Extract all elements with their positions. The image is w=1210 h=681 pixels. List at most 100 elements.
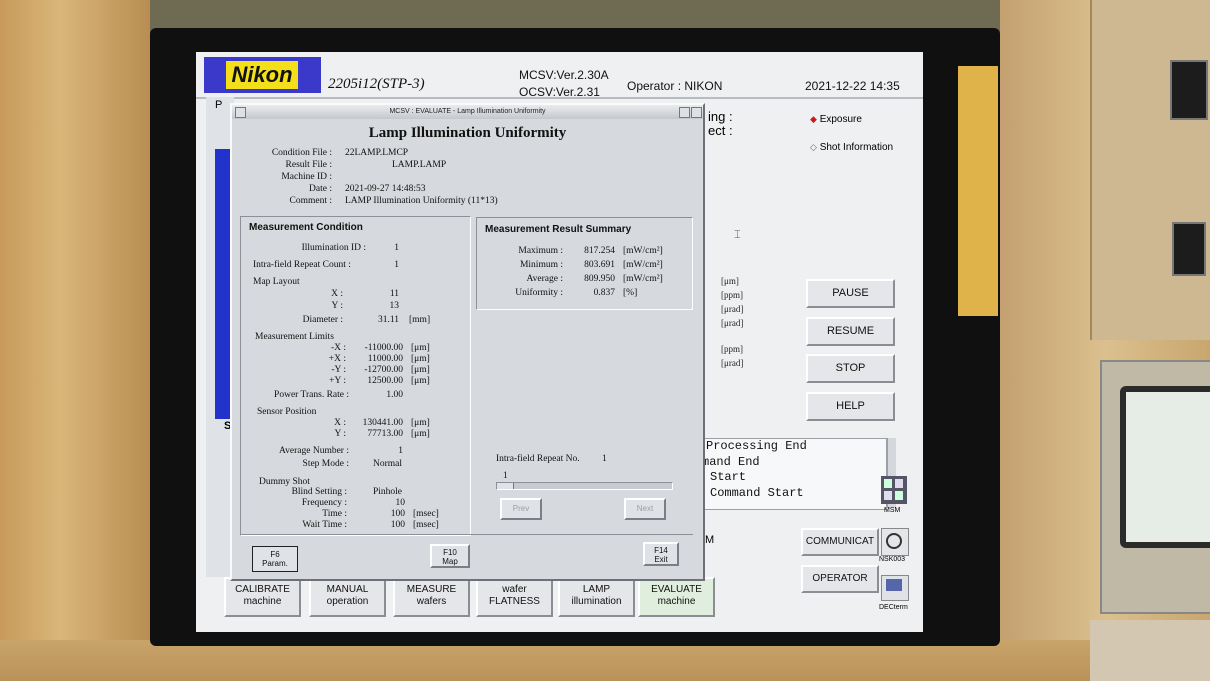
unit-um: [μm]: [721, 276, 739, 286]
f6-param-button[interactable]: F6 Param.: [252, 546, 298, 572]
date-label: Date :: [309, 184, 332, 194]
result-summary-group: Measurement Result Summary Maximum : 817…: [476, 217, 693, 310]
radio-exposure[interactable]: ◆ Exposure: [810, 114, 862, 125]
unit-urad-3: [μrad]: [721, 358, 744, 368]
operator-label: Operator : NIKON: [627, 79, 723, 93]
wait-time-unit: [msec]: [413, 520, 439, 530]
radio-shot-info[interactable]: ◇ Shot Information: [810, 142, 893, 153]
partial-label-2: ect :: [708, 123, 733, 138]
log-line: Processing End: [706, 439, 807, 453]
limit-minus-y-value: -12700.00: [364, 365, 403, 375]
taskbar-line1: LAMP: [582, 584, 611, 595]
mouse-cursor-icon: ⌶: [734, 229, 741, 241]
radio-selected-icon: ◆: [810, 114, 817, 124]
evaluate-dialog: MCSV : EVALUATE - Lamp Illumination Unif…: [230, 103, 705, 581]
sensor-x-unit: [μm]: [411, 418, 430, 428]
nsk-icon[interactable]: [881, 528, 909, 556]
limit-minus-x-value: -11000.00: [364, 343, 403, 353]
operator-button[interactable]: OPERATOR: [801, 565, 879, 593]
repeat-slider[interactable]: [496, 482, 673, 490]
communicat-button[interactable]: COMMUNICAT: [801, 528, 879, 556]
result-summary-title: Measurement Result Summary: [485, 224, 632, 235]
stop-button[interactable]: STOP: [806, 354, 895, 383]
taskbar-flatness[interactable]: wafer FLATNESS: [476, 577, 553, 617]
taskbar-lamp[interactable]: LAMP illumination: [558, 577, 635, 617]
prev-button[interactable]: Prev: [500, 498, 542, 520]
slider-thumb[interactable]: [497, 483, 514, 489]
time-label: Time :: [322, 509, 347, 519]
sensor-x-value: 130441.00: [362, 418, 403, 428]
decterm-icon[interactable]: [881, 575, 909, 601]
partial-label-1: ing :: [708, 109, 733, 124]
frequency-value: 10: [395, 498, 406, 508]
f14-exit-button[interactable]: F14 Exit: [643, 542, 679, 566]
result-avg-value: 809.950: [584, 274, 615, 284]
limit-plus-x-value: 11000.00: [367, 354, 403, 364]
blind-setting-label: Blind Setting :: [291, 487, 347, 497]
limit-plus-x-unit: [μm]: [411, 354, 430, 364]
nikon-logo: Nikon: [204, 57, 321, 93]
taskbar-calibrate[interactable]: CALIBRATE machine: [224, 577, 301, 617]
resume-button[interactable]: RESUME: [806, 317, 895, 346]
result-avg-label: Average :: [526, 274, 563, 284]
sensor-y-unit: [μm]: [411, 429, 430, 439]
msm-icon[interactable]: [881, 476, 907, 504]
machine-id-label: Machine ID :: [281, 172, 332, 182]
diameter-label: Diameter :: [302, 315, 343, 325]
message-log[interactable]: Processing End mand End Start Command St…: [701, 438, 887, 510]
sensor-x-label: X :: [334, 418, 346, 428]
radio-exposure-label: Exposure: [819, 114, 862, 125]
f6-key: F6: [270, 550, 280, 559]
unit-urad-2: [μrad]: [721, 318, 744, 328]
minimize-icon[interactable]: [679, 107, 690, 118]
screen: Nikon 2205i12(STP-3) MCSV:Ver.2.30A OCSV…: [196, 52, 923, 632]
result-max-value: 817.254: [584, 246, 615, 256]
log-line: mand End: [702, 454, 760, 469]
left-stub-p: P: [215, 99, 223, 111]
taskbar-line1: MEASURE: [406, 584, 457, 595]
taskbar-line1: MANUAL: [326, 584, 369, 595]
taskbar-line2: operation: [326, 596, 369, 607]
diameter-value: 31.11: [377, 315, 399, 325]
result-file-label: Result File :: [285, 160, 332, 170]
step-mode-value: Normal: [373, 459, 403, 469]
slider-value: 1: [503, 471, 508, 481]
radio-unselected-icon: ◇: [810, 142, 817, 152]
f10-label: Map: [442, 557, 458, 566]
model-name: 2205i12(STP-3): [328, 76, 425, 92]
condition-file-label: Condition File :: [271, 148, 332, 158]
date-value: 2021-09-27 14:48:53: [345, 184, 426, 194]
time-value: 100: [390, 509, 405, 519]
sensor-y-label: Y :: [334, 429, 346, 439]
datetime: 2021-12-22 14:35: [805, 79, 900, 93]
taskbar-line2: wafers: [416, 596, 447, 607]
f10-key: F10: [443, 548, 457, 557]
f10-map-button[interactable]: F10 Map: [430, 544, 470, 568]
average-number-label: Average Number :: [279, 446, 349, 456]
map-y-label: Y :: [331, 301, 343, 311]
wall-bottom: [0, 640, 1210, 681]
aux-switch-2: [1172, 222, 1206, 276]
mcsv-version: MCSV:Ver.2.30A: [519, 68, 609, 82]
unit-urad-1: [μrad]: [721, 304, 744, 314]
maximize-icon[interactable]: [691, 107, 702, 118]
repeat-count-value: 1: [394, 260, 399, 270]
repeat-no-label: Intra-field Repeat No.: [496, 454, 580, 464]
illumination-id-label: Illumination ID :: [301, 243, 366, 253]
dialog-titlebar[interactable]: MCSV : EVALUATE - Lamp Illumination Unif…: [232, 105, 703, 119]
taskbar-evaluate[interactable]: EVALUATE machine: [638, 577, 715, 617]
sensor-y-value: 77713.00: [367, 429, 403, 439]
result-max-label: Maximum :: [518, 246, 563, 256]
repeat-no-value: 1: [602, 454, 607, 464]
nsk-label: NSK003: [879, 556, 906, 563]
next-button[interactable]: Next: [624, 498, 666, 520]
window-menu-icon[interactable]: [235, 107, 246, 118]
pause-button[interactable]: PAUSE: [806, 279, 895, 308]
illumination-id-value: 1: [394, 243, 399, 253]
dummy-shot-label: Dummy Shot: [259, 477, 310, 487]
help-button[interactable]: HELP: [806, 392, 895, 421]
limit-minus-y-unit: [μm]: [411, 365, 430, 375]
taskbar-measure[interactable]: MEASURE wafers: [393, 577, 470, 617]
taskbar-manual[interactable]: MANUAL operation: [309, 577, 386, 617]
aux-monitor: [1100, 360, 1210, 614]
